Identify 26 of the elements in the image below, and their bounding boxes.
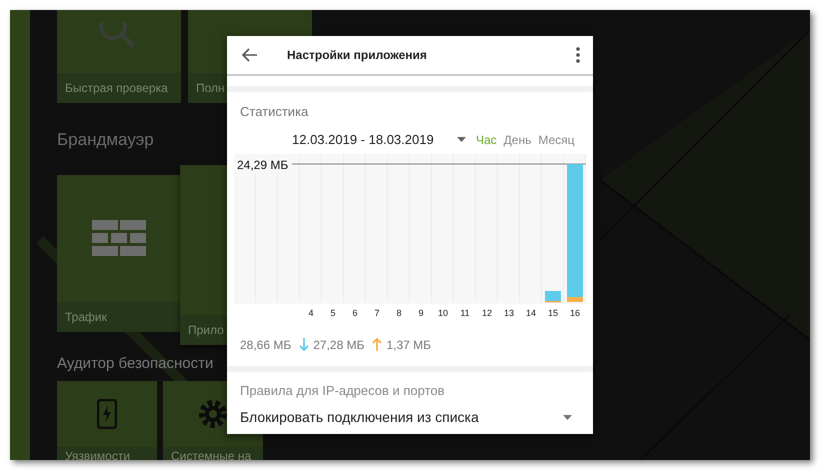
axis-label: 7 <box>374 306 380 320</box>
axis-label: 14 <box>526 306 536 320</box>
axis-label: 10 <box>438 306 448 320</box>
axis-label: 12 <box>482 306 492 320</box>
axis-label: 6 <box>352 306 358 320</box>
tile-label: Трафик <box>65 308 107 326</box>
axis-label: 9 <box>418 306 424 320</box>
axis-label: 13 <box>504 306 514 320</box>
tile-label: Полн <box>196 80 225 97</box>
axis-label: 11 <box>460 306 470 320</box>
section-heading: Аудитор безопасности <box>57 354 214 374</box>
axis-label: 4 <box>308 306 314 320</box>
axis-label: 8 <box>396 306 402 320</box>
axis-label: 16 <box>570 306 580 320</box>
axis-label: 15 <box>548 306 558 320</box>
chart-max-label: 24,29 МБ <box>237 156 288 174</box>
tile-label: Быстрая проверка <box>65 80 168 97</box>
total-traffic: 28,66 МБ <box>240 336 292 354</box>
tile-label: Системные на <box>171 448 252 460</box>
tile-label: Прило <box>188 322 224 338</box>
dialog-title: Настройки приложения <box>287 47 428 64</box>
upload-traffic: 1,37 МБ <box>386 336 432 354</box>
axis-label: 5 <box>330 306 336 320</box>
download-traffic: 27,28 МБ <box>313 336 364 354</box>
tile-label: Уязвимости <box>65 448 130 460</box>
section-heading: Статистика <box>240 103 310 121</box>
